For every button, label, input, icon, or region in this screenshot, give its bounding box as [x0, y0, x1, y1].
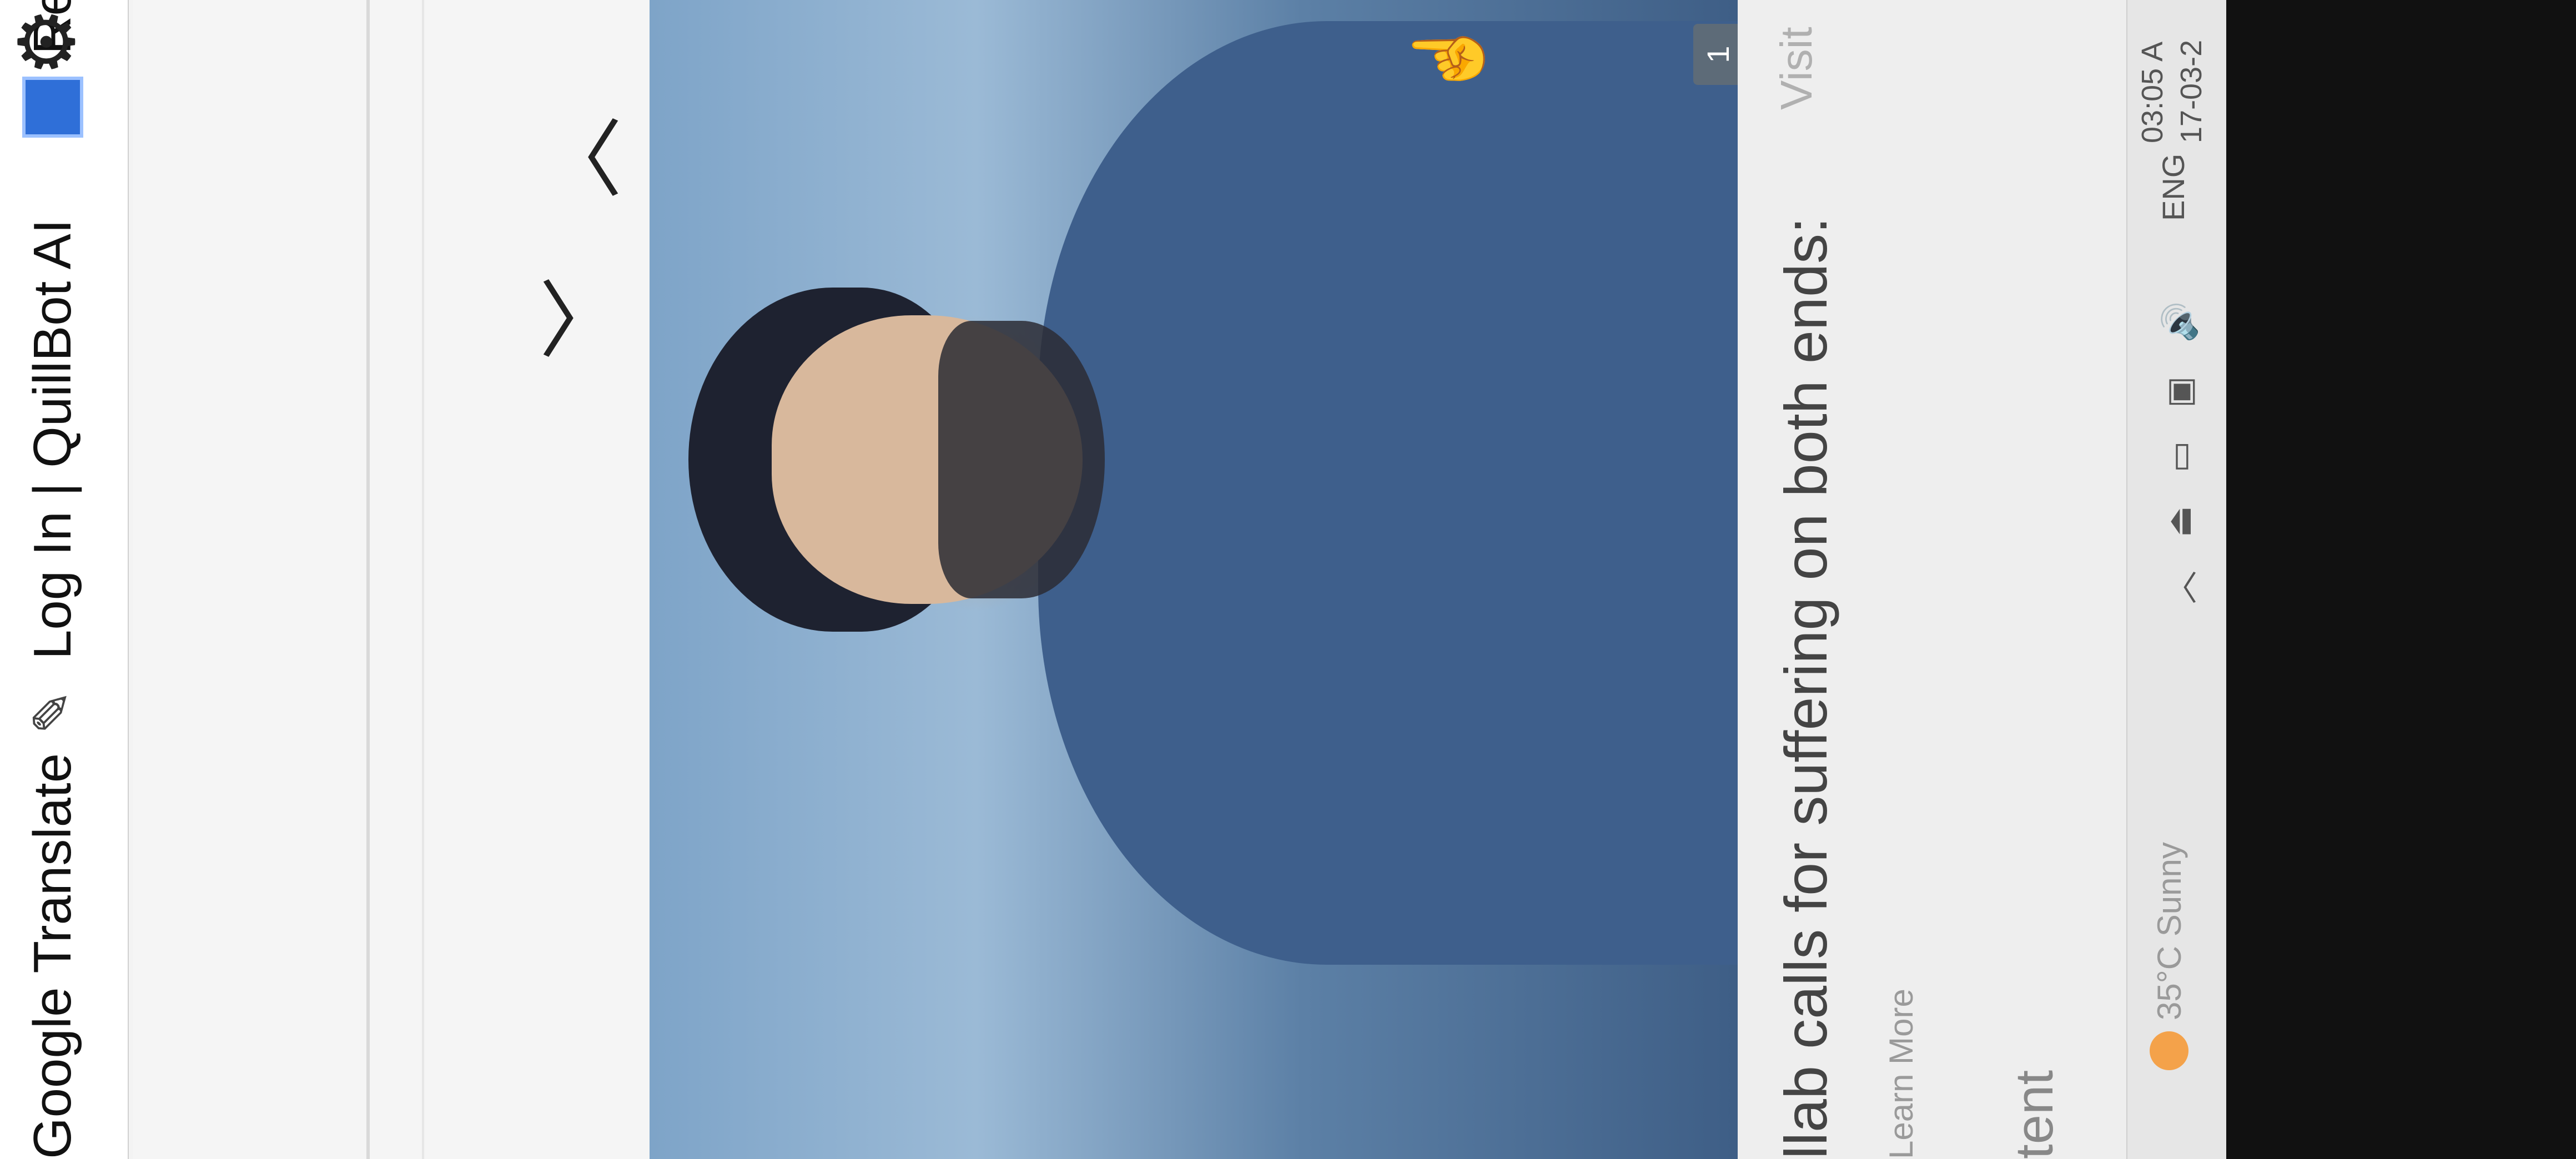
resize-app-icon: [22, 77, 83, 138]
article-body: llab calls for suffering on both ends: V…: [1738, 0, 2126, 1159]
visit-link[interactable]: Visit: [1771, 27, 1822, 110]
windows-taskbar: 35°C Sunny ︿ ⏏ ▭ ▣ 🔊 ENG 03:05 A 17-03-2: [2126, 0, 2226, 1159]
usb-icon[interactable]: ⏏: [2160, 506, 2199, 537]
feather-icon: ✎: [23, 689, 82, 735]
monitor-bezel: [2226, 0, 2576, 1159]
rotated-viewport: Google Translate ✎ Log In | QuillBot AI …: [0, 0, 2226, 1159]
page-header-strip: ﹀ ︿ oune: [133, 0, 1099, 1159]
divider: [422, 0, 424, 1159]
clock-time: 03:05 A: [2136, 41, 2169, 143]
divider: [366, 0, 370, 1159]
learn-more-link[interactable]: Learn More: [1882, 989, 1920, 1159]
gear-icon[interactable]: ⚙: [3, 0, 90, 77]
network-icon[interactable]: ▣: [2160, 376, 2199, 408]
system-tray: ︿ ⏏ ▭ ▣ 🔊: [2155, 301, 2203, 604]
photo-badge[interactable]: 1: [1693, 24, 1738, 85]
section-label: tent: [2005, 1070, 2064, 1159]
weather-text: 35°C Sunny: [2150, 842, 2188, 1020]
clock-date: 17-03-2: [2175, 39, 2208, 143]
bookmarks-bar: Google Translate ✎ Log In | QuillBot AI …: [0, 0, 129, 1159]
battery-icon[interactable]: ▭: [2160, 441, 2199, 473]
bookmark-quillbot[interactable]: ✎ Log In | QuillBot AI: [22, 219, 83, 743]
weather-widget[interactable]: 35°C Sunny: [2150, 842, 2188, 1070]
bookmark-label: Google Translate: [23, 753, 82, 1159]
hero-photo: ☝ 1: [650, 0, 1738, 1159]
photo-shirt: [1038, 21, 1738, 965]
clock[interactable]: 03:05 A 17-03-2: [2133, 40, 2211, 143]
carousel-nav: ﹀ ︿: [516, 115, 637, 360]
chevron-up-icon[interactable]: ︿: [2155, 571, 2203, 604]
sun-icon: [2150, 1031, 2188, 1070]
bookmark-google-translate[interactable]: Google Translate: [22, 753, 83, 1159]
article-headline[interactable]: llab calls for suffering on both ends:: [1771, 217, 1840, 1159]
photo-beard: [938, 321, 1105, 598]
browser-screen: Google Translate ✎ Log In | QuillBot AI …: [0, 0, 2226, 1159]
volume-icon[interactable]: 🔊: [2160, 301, 2199, 343]
hand-cursor-icon: ☝: [1411, 16, 1486, 99]
chevron-up-icon[interactable]: ︿: [516, 115, 637, 199]
language-indicator[interactable]: ENG: [2155, 154, 2191, 221]
bookmark-label: Log In | QuillBot AI: [23, 219, 82, 659]
chevron-down-icon[interactable]: ﹀: [516, 276, 637, 360]
